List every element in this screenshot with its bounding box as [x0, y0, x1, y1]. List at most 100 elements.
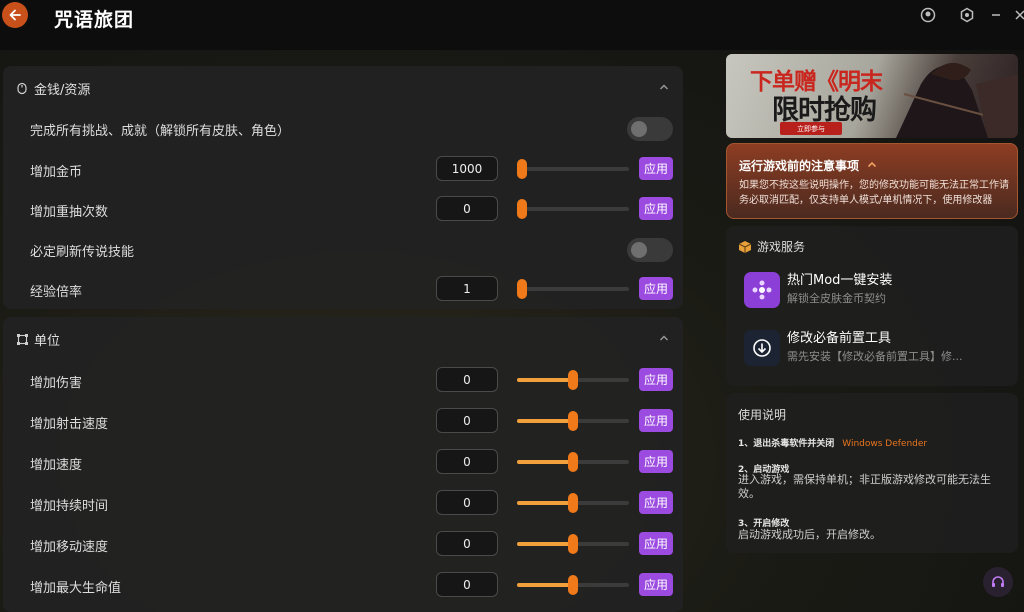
gear-icon	[960, 7, 974, 23]
service-title: 热门Mod一键安装	[787, 273, 893, 288]
apply-button[interactable]: 应用	[639, 573, 673, 596]
mouse-icon	[15, 81, 29, 95]
value-slider[interactable]	[517, 575, 629, 595]
banner-join-button[interactable]: 立即参与	[780, 122, 842, 135]
close-button[interactable]	[1011, 6, 1024, 24]
toggle-switch[interactable]	[627, 238, 673, 262]
value-slider[interactable]	[517, 534, 629, 554]
collapse-button[interactable]	[657, 80, 671, 94]
value-slider[interactable]	[517, 452, 629, 472]
value-slider[interactable]	[517, 199, 629, 219]
value-slider[interactable]	[517, 493, 629, 513]
slider-thumb[interactable]	[568, 370, 578, 390]
value-slider[interactable]	[517, 411, 629, 431]
slider-thumb[interactable]	[517, 159, 527, 179]
slider-thumb[interactable]	[568, 411, 578, 431]
slider-row: 增加最大生命值 应用	[3, 566, 683, 606]
row-label: 增加最大生命值	[30, 581, 122, 596]
usage-guide-card: 使用说明 1、退出杀毒软件并关闭 Windows Defender 2、启动游戏 …	[726, 393, 1018, 553]
slider-fill	[517, 583, 573, 587]
service-desc: 解锁全皮肤金币契约	[787, 292, 886, 305]
download-icon	[744, 330, 780, 366]
section-title: 单位	[34, 333, 61, 349]
services-header: 游戏服务	[738, 238, 805, 255]
toggle-knob	[631, 242, 647, 258]
row-label: 增加重抽次数	[30, 205, 109, 220]
apply-button[interactable]: 应用	[639, 157, 673, 180]
notice-card: 运行游戏前的注意事项 如果您不按这些说明操作，您的修改功能可能无法正常工作请务必…	[726, 143, 1018, 219]
guide-title: 使用说明	[738, 408, 787, 422]
section-title: 金钱/资源	[34, 82, 91, 98]
chevron-up-icon	[868, 161, 877, 168]
section-money: 金钱/资源 完成所有挑战、成就（解锁所有皮肤、角色） 增加金币 应用 增加重抽次…	[3, 66, 683, 309]
row-label: 增加持续时间	[30, 499, 109, 514]
slider-thumb[interactable]	[568, 575, 578, 595]
value-slider[interactable]	[517, 159, 629, 179]
value-slider[interactable]	[517, 370, 629, 390]
row-label: 增加移动速度	[30, 540, 109, 555]
unit-icon	[15, 332, 29, 346]
slider-row: 增加金币 应用	[3, 150, 683, 190]
account-button[interactable]	[919, 6, 937, 24]
service-title: 修改必备前置工具	[787, 331, 892, 346]
chevron-up-icon	[660, 335, 668, 341]
service-item-mod[interactable]: 热门Mod一键安装 解锁全皮肤金币契约	[744, 269, 1006, 309]
apply-button[interactable]: 应用	[639, 450, 673, 473]
guide-step-2-text: 进入游戏，需保持单机；非正版游戏修改可能无法生效。	[738, 473, 991, 500]
value-input[interactable]	[436, 276, 498, 301]
notice-body: 如果您不按这些说明操作，您的修改功能可能无法正常工作请务必取消匹配，仅支持单人模…	[739, 180, 1009, 206]
value-input[interactable]	[436, 408, 498, 433]
guide-step-3-text: 启动游戏成功后，开启修改。	[738, 528, 881, 541]
service-item-tool[interactable]: 修改必备前置工具 需先安装【修改必备前置工具】修...	[744, 327, 1006, 367]
services-title: 游戏服务	[757, 240, 806, 254]
section-unit: 单位 增加伤害 应用 增加射击速度 应用 增加速度	[3, 317, 683, 612]
slider-row: 增加伤害 应用	[3, 361, 683, 401]
value-input[interactable]	[436, 367, 498, 392]
service-desc: 需先安装【修改必备前置工具】修...	[787, 350, 963, 363]
value-input[interactable]	[436, 196, 498, 221]
slider-thumb[interactable]	[568, 452, 578, 472]
slider-row: 增加射击速度 应用	[3, 402, 683, 442]
value-input[interactable]	[436, 490, 498, 515]
slider-thumb[interactable]	[517, 279, 527, 299]
value-input[interactable]	[436, 531, 498, 556]
notice-title-text: 运行游戏前的注意事项	[739, 159, 860, 173]
slider-thumb[interactable]	[568, 493, 578, 513]
promo-banner[interactable]: 下单赠《明末 限时抢购 立即参与	[726, 54, 1018, 138]
slider-fill	[517, 542, 573, 546]
apply-button[interactable]: 应用	[639, 197, 673, 220]
slider-fill	[517, 378, 573, 382]
support-button[interactable]	[983, 567, 1013, 597]
slider-thumb[interactable]	[517, 199, 527, 219]
minimize-button[interactable]	[987, 6, 1005, 24]
toggle-switch[interactable]	[627, 117, 673, 141]
row-label: 必定刷新传说技能	[30, 245, 135, 260]
row-label: 增加金币	[30, 165, 83, 180]
back-button[interactable]	[2, 2, 28, 28]
slider-thumb[interactable]	[568, 534, 578, 554]
value-slider[interactable]	[517, 279, 629, 299]
apply-button[interactable]: 应用	[639, 277, 673, 300]
row-label: 增加射击速度	[30, 417, 109, 432]
cheat-panel: 金钱/资源 完成所有挑战、成就（解锁所有皮肤、角色） 增加金币 应用 增加重抽次…	[0, 50, 690, 612]
notice-title[interactable]: 运行游戏前的注意事项	[739, 157, 877, 174]
user-icon	[920, 7, 936, 23]
value-input[interactable]	[436, 156, 498, 181]
apply-button[interactable]: 应用	[639, 409, 673, 432]
value-input[interactable]	[436, 449, 498, 474]
row-label: 增加速度	[30, 458, 83, 473]
game-services-card: 游戏服务 热门Mod一键安装 解锁全皮肤金币契约 修改必备前置工具 需先安装【修…	[726, 226, 1018, 386]
collapse-button[interactable]	[657, 331, 671, 345]
row-label: 经验倍率	[30, 285, 83, 300]
chevron-up-icon	[660, 84, 668, 90]
minimize-icon	[992, 14, 1000, 16]
apply-button[interactable]: 应用	[639, 368, 673, 391]
value-input[interactable]	[436, 572, 498, 597]
apply-button[interactable]: 应用	[639, 491, 673, 514]
slider-row: 增加移动速度 应用	[3, 525, 683, 565]
title-bar: 咒语旅团	[0, 0, 1024, 50]
toggle-knob	[631, 121, 647, 137]
row-label: 完成所有挑战、成就（解锁所有皮肤、角色）	[30, 124, 291, 139]
apply-button[interactable]: 应用	[639, 532, 673, 555]
settings-button[interactable]	[958, 6, 976, 24]
